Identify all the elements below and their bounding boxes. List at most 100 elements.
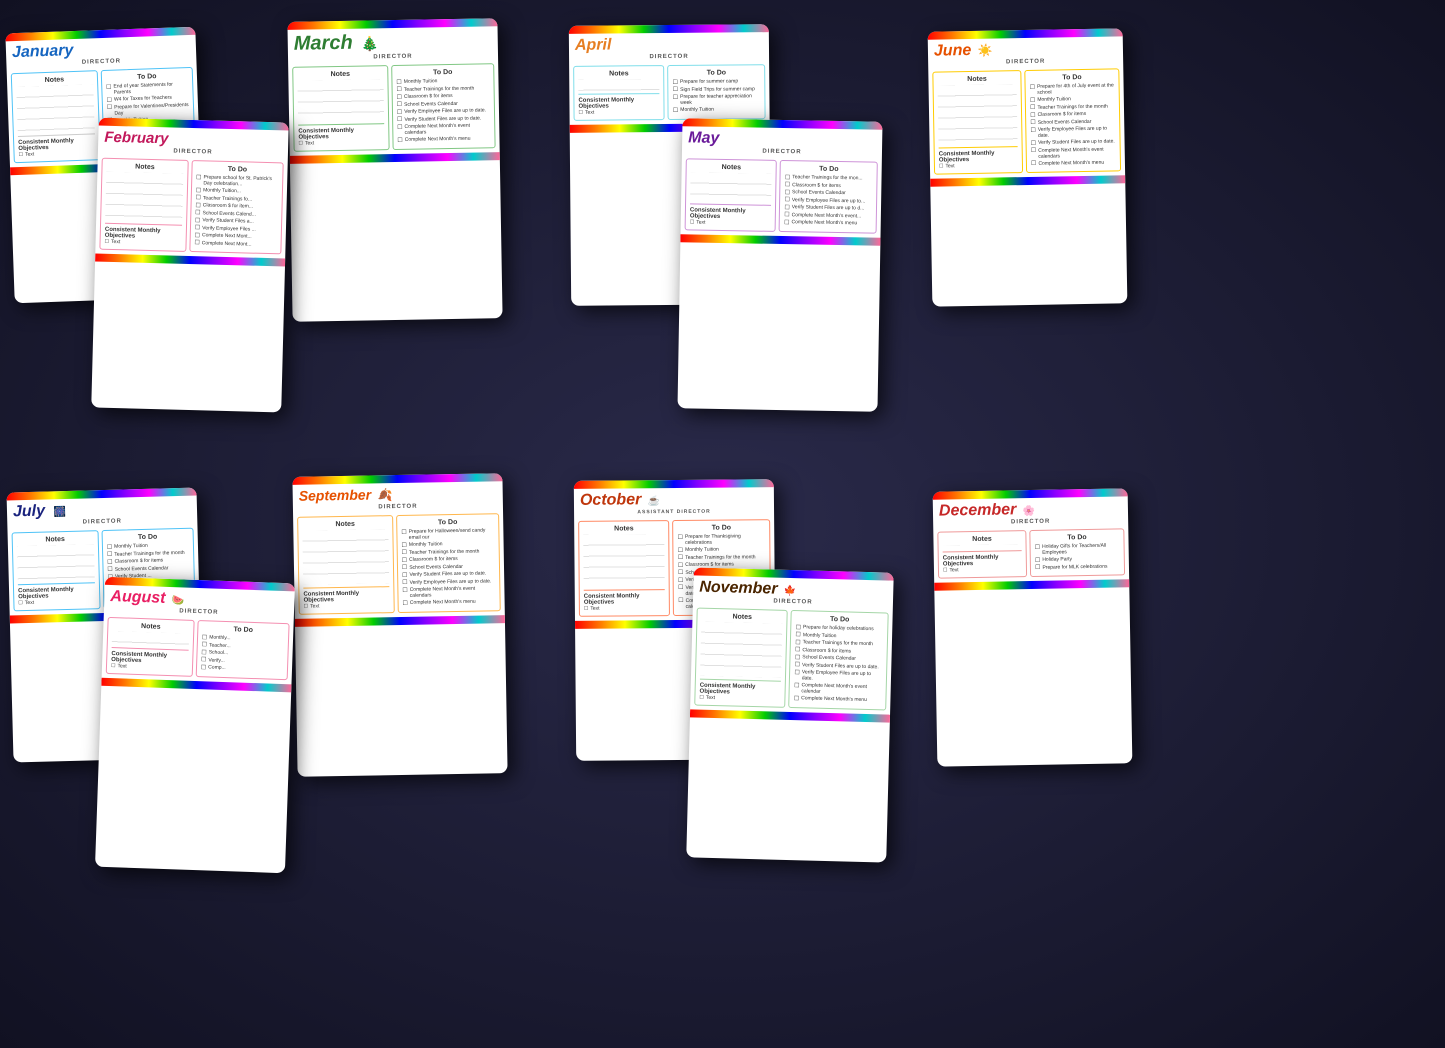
mar-todo-section: To Do Monthly Tuition Teacher Trainings … [391, 63, 496, 149]
mar-month-title: March [294, 32, 353, 55]
apr-objectives-area: Consistent Monthly Objectives Text [578, 93, 660, 116]
jun-notes-lines [938, 84, 1018, 144]
apr-todo-col: To Do Prepare for summer camp Sign Field… [667, 64, 765, 119]
mar-obj-item: Text [298, 139, 384, 146]
dec-title-area: December 🌸 DIRECTOR [933, 496, 1128, 527]
jan-notes-title: Notes [16, 75, 93, 85]
dec-todo-1: Holiday Gifts for Teachers/All Employees [1035, 542, 1120, 555]
aug-body: Notes Consistent Monthly Objectives Text… [102, 613, 294, 684]
may-card: May DIRECTOR Notes Consistent Monthly Ob… [677, 118, 882, 411]
may-title-area: May DIRECTOR [682, 126, 882, 157]
jun-todo-9: Complete Next Month's menu [1031, 159, 1116, 167]
sep-todo-col: To Do Prepare for Halloween/send candy e… [396, 513, 501, 612]
mar-todo-title: To Do [396, 68, 489, 77]
oct-notes-col: Notes Consistent Monthly Objectives Text [578, 520, 670, 616]
nov-body: Notes Consistent Monthly Objectives Text… [690, 603, 893, 714]
jun-todo-8: Complete Next Month's event calendars [1031, 146, 1116, 159]
nov-todo-7: Verify Employee Files are up to date. [794, 669, 882, 683]
september-card: September 🍂 DIRECTOR Notes Consistent Mo… [292, 473, 507, 777]
aug-notes-col: Notes Consistent Monthly Objectives Text [106, 617, 195, 676]
nov-month-title: November [699, 579, 778, 598]
mar-title-area: March 🎄 DIRECTOR [288, 26, 499, 63]
jul-todo-title: To Do [106, 533, 188, 542]
feb-obj-item: Text [105, 239, 182, 247]
apr-obj-title: Consistent Monthly Objectives [578, 97, 659, 110]
aug-notes-lines [112, 631, 189, 646]
apr-todo-1: Prepare for summer camp [673, 78, 761, 85]
jan-obj-item: Text [18, 149, 95, 158]
june-card: June ☀️ DIRECTOR Notes Consistent Monthl… [928, 28, 1128, 306]
may-todo-section: To Do Teacher Trainings for the mon... C… [779, 160, 878, 233]
nov-todo-col: To Do Prepare for holiday celebrations M… [789, 610, 889, 710]
apr-todo-section: To Do Prepare for summer camp Sign Field… [667, 64, 765, 119]
nov-notes-title: Notes [701, 613, 783, 622]
apr-notes-col: Notes Consistent Monthly Objectives Text [573, 65, 665, 120]
sep-todo-title: To Do [401, 518, 494, 527]
jun-title-area: June ☀️ DIRECTOR [928, 36, 1123, 67]
feb-todo-section: To Do Prepare school for St. Patrick's D… [189, 160, 284, 254]
feb-todo-9: Complete Next Mont... [194, 240, 276, 249]
apr-body: Notes Consistent Monthly Objectives Text… [569, 60, 770, 124]
apr-title-area: April DIRECTOR [569, 32, 769, 62]
apr-notes-lines [578, 79, 659, 90]
may-notes-lines [690, 172, 772, 201]
apr-notes-title: Notes [578, 70, 659, 78]
nov-notes-lines [700, 622, 783, 678]
sep-todo-8: Complete Next Month's event calendars [402, 585, 495, 599]
mar-notes-lines [297, 79, 384, 121]
jul-notes-col: Notes Consistent Monthly Objectives Text [12, 530, 101, 611]
feb-todo-1: Prepare school for St. Patrick's Day cel… [196, 174, 278, 188]
mar-todo-col: To Do Monthly Tuition Teacher Trainings … [391, 63, 496, 149]
jan-notes-lines [16, 84, 94, 133]
aug-month-title: August [110, 588, 166, 607]
oct-obj-item: Text [584, 605, 665, 612]
jun-todo-section: To Do Prepare for 4th of July event at t… [1024, 68, 1121, 173]
dec-todo-title: To Do [1034, 533, 1119, 541]
jul-obj-item: Text [18, 598, 95, 606]
may-body: Notes Consistent Monthly Objectives Text… [681, 154, 882, 237]
oct-notes-lines [583, 534, 665, 586]
february-card: February DIRECTOR Notes Consistent Month… [91, 118, 289, 413]
nov-todo-title: To Do [796, 615, 884, 624]
oct-objectives-area: Consistent Monthly Objectives Text [584, 589, 666, 612]
dec-notes-title: Notes [942, 535, 1021, 543]
mar-notes-title: Notes [297, 70, 383, 78]
may-objectives-area: Consistent Monthly Objectives Text [690, 203, 772, 226]
jan-month-title: January [12, 42, 74, 61]
dec-todo-3: Prepare for MLK celebrations [1035, 563, 1120, 571]
oct-todo-2: Monthly Tuition [678, 546, 766, 553]
aug-todo-col: To Do Monthly... Teacher... School... Ve… [196, 620, 290, 680]
jan-objectives-area: Consistent Monthly Objectives Text [18, 133, 96, 158]
main-scene: January DIRECTOR Notes Consistent Monthl… [0, 0, 1445, 1048]
november-card: November 🍁 DIRECTOR Notes Consistent Mon… [686, 567, 894, 862]
feb-notes-lines [105, 172, 183, 222]
jul-notes-title: Notes [17, 535, 94, 544]
sep-obj-item: Text [304, 602, 390, 609]
jul-notes-lines [17, 544, 95, 581]
dec-todo-col: To Do Holiday Gifts for Teachers/All Emp… [1029, 528, 1125, 577]
march-card: March 🎄 DIRECTOR Notes Consistent Monthl… [287, 18, 502, 322]
aug-todo-title: To Do [202, 625, 284, 635]
apr-todo-3: Prepare for teacher appreciation week [673, 93, 761, 106]
oct-todo-title: To Do [678, 524, 766, 532]
mar-objectives-area: Consistent Monthly Objectives Text [298, 123, 384, 146]
december-card: December 🌸 DIRECTOR Notes Consistent Mon… [933, 488, 1133, 766]
sep-title-area: September 🍂 DIRECTOR [293, 481, 503, 513]
apr-obj-item: Text [579, 109, 660, 116]
jun-objectives-area: Consistent Monthly Objectives Text [939, 146, 1018, 169]
dec-obj-item: Text [943, 566, 1022, 573]
nov-obj-item: Text [699, 694, 780, 702]
jul-objectives-area: Consistent Monthly Objectives Text [18, 582, 95, 606]
jun-notes-col: Notes Consistent Monthly Objectives Text [932, 70, 1023, 175]
jul-month-title: July [13, 503, 45, 521]
may-todo-title: To Do [785, 165, 873, 174]
dec-objectives-area: Consistent Monthly Objectives Text [943, 550, 1022, 573]
oct-notes-title: Notes [583, 525, 664, 533]
apr-month-title: April [575, 37, 612, 54]
jan-todo-title: To Do [106, 72, 188, 82]
oct-todo-1: Prepare for Thanksgiving celebrations [678, 533, 766, 546]
oct-obj-title: Consistent Monthly Objectives [584, 593, 665, 606]
dec-month-title: December [939, 501, 1017, 519]
aug-notes-title: Notes [112, 622, 189, 632]
nov-todo-8: Complete Next Month's event calendar [794, 682, 882, 696]
